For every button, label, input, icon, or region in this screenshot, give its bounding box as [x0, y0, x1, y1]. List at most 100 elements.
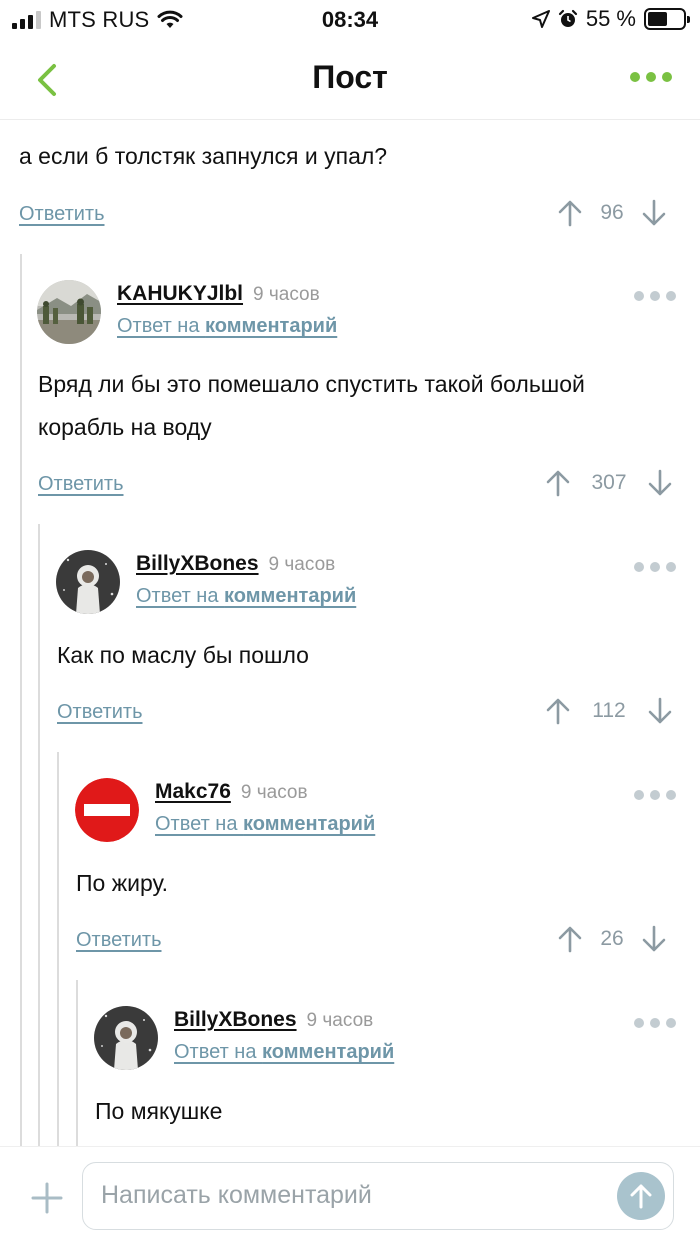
location-arrow-icon: [531, 10, 550, 28]
comment-text: По мякушке: [95, 1098, 223, 1124]
send-button[interactable]: [617, 1172, 665, 1220]
comment-more-button[interactable]: [634, 562, 676, 572]
avatar[interactable]: [94, 1006, 158, 1070]
dot-icon: [634, 1018, 644, 1028]
avatar[interactable]: [56, 550, 120, 614]
dot-icon: [666, 562, 676, 572]
dot-icon: [646, 72, 656, 82]
upvote-arrow-icon[interactable]: [545, 469, 571, 497]
comment-meta-top: KAHUKYJlbl 9 часов: [117, 282, 337, 306]
reply-to-target: комментарий: [205, 315, 338, 337]
avatar-image: [94, 1006, 158, 1070]
status-bar: MTS RUS 08:34 55 %: [0, 0, 700, 40]
dot-icon: [634, 291, 644, 301]
author-name[interactable]: Makc76: [155, 780, 231, 804]
comment-meta: BillyXBones 9 часов Ответ на комментарий: [136, 550, 356, 614]
vote-controls: 26: [557, 925, 667, 953]
downvote-arrow-icon[interactable]: [641, 199, 667, 227]
comment-text: По жиру.: [76, 870, 169, 896]
reply-to-prefix: Ответ на: [174, 1041, 263, 1063]
reply-to-target: комментарий: [224, 585, 357, 607]
comment-meta: KAHUKYJlbl 9 часов Ответ на комментарий: [117, 280, 337, 344]
reply-to-prefix: Ответ на: [117, 315, 206, 337]
reply-to-link[interactable]: Ответ на комментарий: [174, 1041, 394, 1064]
author-name[interactable]: BillyXBones: [174, 1008, 297, 1032]
reply-to-link[interactable]: Ответ на комментарий: [155, 813, 375, 836]
reply-to-link[interactable]: Ответ на комментарий: [117, 315, 337, 338]
vote-controls: 112: [545, 697, 673, 725]
upvote-arrow-icon[interactable]: [545, 697, 571, 725]
thread-line: [76, 980, 78, 1146]
dot-icon: [666, 790, 676, 800]
reply-to-link[interactable]: Ответ на комментарий: [136, 585, 356, 608]
dot-icon: [650, 790, 660, 800]
vote-controls: 96: [557, 199, 667, 227]
avatar[interactable]: [75, 778, 139, 842]
no-entry-sign-icon: [75, 778, 139, 842]
thread-line: [57, 752, 59, 1146]
comment-header: BillyXBones 9 часов Ответ на комментарий: [56, 550, 356, 614]
comment-time: 9 часов: [306, 1010, 374, 1031]
comment-more-button[interactable]: [634, 790, 676, 800]
avatar-image: [37, 280, 101, 344]
dot-icon: [650, 562, 660, 572]
dot-icon: [650, 1018, 660, 1028]
dot-icon: [634, 790, 644, 800]
battery-fill: [648, 12, 667, 26]
vote-count: 26: [600, 927, 624, 950]
comment-meta-top: BillyXBones 9 часов: [136, 552, 356, 576]
alarm-icon: [558, 9, 577, 27]
vote-count: 307: [591, 471, 627, 494]
reply-button[interactable]: Ответить: [38, 473, 124, 496]
comment-text: Как по маслу бы пошло: [57, 642, 309, 668]
comment-header: KAHUKYJlbl 9 часов Ответ на комментарий: [37, 280, 337, 344]
vote-controls: 307: [545, 469, 673, 497]
dot-icon: [630, 72, 640, 82]
dot-icon: [634, 562, 644, 572]
downvote-arrow-icon[interactable]: [641, 925, 667, 953]
comment-time: 9 часов: [268, 554, 336, 575]
author-name[interactable]: KAHUKYJlbl: [117, 282, 243, 306]
reply-button[interactable]: Ответить: [57, 701, 143, 724]
dot-icon: [666, 1018, 676, 1028]
upvote-arrow-icon[interactable]: [557, 925, 583, 953]
downvote-arrow-icon[interactable]: [647, 469, 673, 497]
comment-meta: BillyXBones 9 часов Ответ на комментарий: [174, 1006, 394, 1070]
nav-bar: Пост: [0, 40, 700, 120]
plus-icon[interactable]: [30, 1181, 64, 1215]
comment-header: BillyXBones 9 часов Ответ на комментарий: [94, 1006, 394, 1070]
comment-text: а если б толстяк запнулся и упал?: [19, 143, 388, 169]
send-arrow-icon: [630, 1184, 652, 1209]
avatar-image: [56, 550, 120, 614]
battery-percent: 55 %: [585, 6, 636, 31]
comment-header: Makc76 9 часов Ответ на комментарий: [75, 778, 375, 842]
avatar[interactable]: [37, 280, 101, 344]
reply-to-target: комментарий: [243, 813, 376, 835]
comments-thread: а если б толстяк запнулся и упал? Ответи…: [0, 121, 700, 1146]
comment-composer: [0, 1146, 700, 1245]
comment-input-box: [82, 1162, 674, 1230]
comment-time: 9 часов: [240, 782, 308, 803]
vote-count: 96: [600, 201, 624, 224]
more-options-button[interactable]: [630, 72, 672, 82]
dot-icon: [666, 291, 676, 301]
comment-time: 9 часов: [253, 284, 320, 305]
reply-button[interactable]: Ответить: [76, 929, 162, 952]
battery-icon: [644, 8, 690, 30]
comment-input[interactable]: [101, 1175, 601, 1215]
comment-meta-top: Makc76 9 часов: [155, 780, 375, 804]
downvote-arrow-icon[interactable]: [647, 697, 673, 725]
comment-text: Вряд ли бы это помешало спустить такой б…: [38, 371, 585, 440]
comment-meta: Makc76 9 часов Ответ на комментарий: [155, 778, 375, 842]
vote-count: 112: [592, 699, 626, 722]
author-name[interactable]: BillyXBones: [136, 552, 259, 576]
upvote-arrow-icon[interactable]: [557, 199, 583, 227]
comment-more-button[interactable]: [634, 291, 676, 301]
dot-icon: [662, 72, 672, 82]
thread-line: [20, 254, 22, 1146]
reply-to-target: комментарий: [262, 1041, 395, 1063]
reply-button[interactable]: Ответить: [19, 203, 105, 226]
reply-to-prefix: Ответ на: [136, 585, 225, 607]
dot-icon: [650, 291, 660, 301]
comment-more-button[interactable]: [634, 1018, 676, 1028]
